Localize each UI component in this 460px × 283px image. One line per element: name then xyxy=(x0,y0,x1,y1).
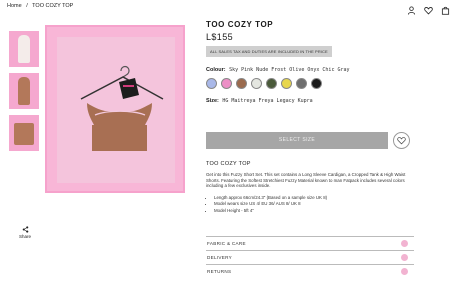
colour-row: Colour: Sky Pink Nude Frost Olive Onyx C… xyxy=(206,67,414,73)
colour-swatch-pink[interactable] xyxy=(221,78,232,89)
description-title: TOO COZY TOP xyxy=(206,161,251,167)
product-title: TOO COZY TOP xyxy=(206,20,274,29)
thumbnail-2[interactable] xyxy=(9,73,39,109)
colour-swatches xyxy=(206,78,414,89)
expand-icon xyxy=(401,253,408,261)
heart-icon xyxy=(397,137,406,145)
colour-swatch-gray[interactable] xyxy=(311,78,322,89)
colour-swatch-frost[interactable] xyxy=(251,78,262,89)
thumbnail-image xyxy=(18,35,30,63)
size-row: Size: HG Maitreya Freya Legacy Kupra xyxy=(206,98,414,104)
breadcrumb-separator: / xyxy=(26,3,28,9)
bag-icon[interactable] xyxy=(441,6,450,15)
accordion-returns[interactable]: RETURNS xyxy=(206,264,414,277)
breadcrumb-home[interactable]: Home xyxy=(7,3,22,9)
product-info: TOO COZY TOP L$155 ALL SALES TAX AND DUT… xyxy=(206,20,414,104)
list-item: Model Height - 5ft 4" xyxy=(214,208,406,215)
colour-swatch-chic[interactable] xyxy=(296,78,307,89)
size-options[interactable]: HG Maitreya Freya Legacy Kupra xyxy=(222,98,312,104)
header-icons xyxy=(407,6,450,15)
expand-icon xyxy=(401,267,408,275)
product-price: L$155 xyxy=(206,32,234,42)
breadcrumb: Home / TOO COZY TOP xyxy=(7,3,76,9)
accordion-label: RETURNS xyxy=(207,269,232,274)
user-icon[interactable] xyxy=(407,6,416,15)
size-label: Size: xyxy=(206,98,219,104)
main-product-image xyxy=(45,25,185,193)
heart-icon[interactable] xyxy=(424,6,433,15)
wishlist-button[interactable] xyxy=(393,132,410,149)
colour-options: Sky Pink Nude Frost Olive Onyx Chic Gray xyxy=(229,67,350,73)
share-button[interactable]: Share xyxy=(17,226,33,239)
expand-icon xyxy=(401,239,408,247)
breadcrumb-current: TOO COZY TOP xyxy=(32,3,74,9)
tax-note: ALL SALES TAX AND DUTIES ARE INCLUDED IN… xyxy=(206,46,332,57)
thumbnail-list xyxy=(9,31,39,157)
product-description: TOO COZY TOP Get into this Fuzzy Short S… xyxy=(206,161,406,214)
accordion-fabric-care[interactable]: FABRIC & CARE xyxy=(206,236,414,249)
colour-swatch-nude[interactable] xyxy=(236,78,247,89)
accordion-label: FABRIC & CARE xyxy=(207,241,246,246)
thumbnail-image xyxy=(14,123,34,145)
select-size-button[interactable]: SELECT SIZE xyxy=(206,132,388,149)
colour-swatch-olive[interactable] xyxy=(266,78,277,89)
thumbnail-1[interactable] xyxy=(9,31,39,67)
share-icon xyxy=(22,226,28,233)
colour-swatch-onyx[interactable] xyxy=(281,78,292,89)
top-bar: Home / TOO COZY TOP xyxy=(0,0,460,15)
colour-swatch-sky[interactable] xyxy=(206,78,217,89)
thumbnail-3[interactable] xyxy=(9,115,39,151)
accordion-label: DELIVERY xyxy=(207,255,233,260)
description-text: Get into this Fuzzy Short Set. This set … xyxy=(206,172,406,188)
thumbnail-image xyxy=(18,77,30,105)
accordion-delivery[interactable]: DELIVERY xyxy=(206,250,414,263)
description-bullets: Length approx 66cm/24.3" (Based on a sam… xyxy=(206,195,406,215)
product-photo xyxy=(57,37,175,183)
colour-label: Colour: xyxy=(206,67,226,73)
share-label: Share xyxy=(18,234,31,239)
